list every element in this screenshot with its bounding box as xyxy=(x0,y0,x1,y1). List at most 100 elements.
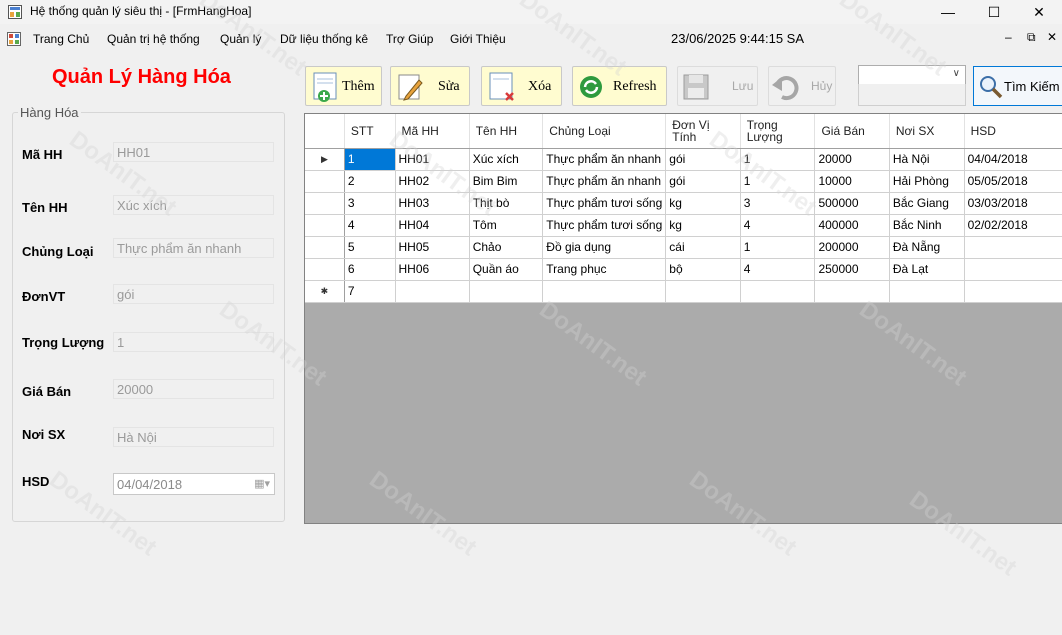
refresh-button[interactable]: Refresh xyxy=(572,66,667,106)
column-header-hsd[interactable]: HSD xyxy=(964,114,1062,149)
grid-cell-hsd[interactable]: 02/02/2018 xyxy=(964,214,1062,237)
new-row[interactable]: ✱ 7 xyxy=(305,280,1062,303)
row-header[interactable] xyxy=(305,192,345,215)
grid-cell-chung-loai[interactable]: Trang phục xyxy=(542,258,667,281)
row-header[interactable] xyxy=(305,236,345,259)
grid-cell-chung-loai[interactable]: Thực phẩm tươi sống xyxy=(542,214,667,237)
grid-cell-chung-loai[interactable]: Đồ gia dụng xyxy=(542,236,667,259)
grid-cell-ma-hh[interactable]: HH05 xyxy=(395,236,470,259)
grid-cell-ten-hh[interactable]: Xúc xích xyxy=(469,148,544,171)
grid-cell-don-vi-tinh[interactable]: kg xyxy=(665,192,741,215)
edit-button[interactable]: Sửa xyxy=(390,66,470,106)
column-header-stt[interactable]: STT xyxy=(344,114,396,149)
grid-cell-stt[interactable]: 5 xyxy=(344,236,396,259)
grid-cell-empty[interactable] xyxy=(665,280,741,303)
minimize-button[interactable]: — xyxy=(925,0,971,24)
menu-gioi-thieu[interactable]: Giới Thiệu xyxy=(450,32,506,46)
grid-cell-chung-loai[interactable]: Thực phẩm tươi sống xyxy=(542,192,667,215)
grid-cell-empty[interactable] xyxy=(395,280,470,303)
grid-cell-noi-sx[interactable]: Đà Nẵng xyxy=(889,236,965,259)
grid-cell-gia-ban[interactable]: 500000 xyxy=(814,192,890,215)
row-header[interactable] xyxy=(305,214,345,237)
column-header-noi-sx[interactable]: Nơi SX xyxy=(889,114,965,149)
grid-cell-stt[interactable]: 1 xyxy=(344,148,396,171)
delete-button[interactable]: Xóa xyxy=(481,66,562,106)
grid-cell-trong-luong[interactable]: 4 xyxy=(740,258,816,281)
trong-luong-input[interactable] xyxy=(113,332,274,352)
grid-cell-trong-luong[interactable]: 3 xyxy=(740,192,816,215)
grid-cell-trong-luong[interactable]: 1 xyxy=(740,148,816,171)
grid-cell-ma-hh[interactable]: HH01 xyxy=(395,148,470,171)
table-row[interactable]: 3 HH03 Thịt bò Thực phẩm tươi sống kg 3 … xyxy=(305,192,1062,215)
table-row[interactable]: 4 HH04 Tôm Thực phẩm tươi sống kg 4 4000… xyxy=(305,214,1062,237)
grid-cell-empty[interactable] xyxy=(542,280,667,303)
grid-cell-empty[interactable] xyxy=(889,280,965,303)
grid-cell-ten-hh[interactable]: Chảo xyxy=(469,236,544,259)
grid-cell-gia-ban[interactable]: 10000 xyxy=(814,170,890,193)
grid-cell-trong-luong[interactable]: 1 xyxy=(740,236,816,259)
noi-sx-input[interactable] xyxy=(113,427,274,447)
don-vt-input[interactable] xyxy=(113,284,274,304)
grid-cell-gia-ban[interactable]: 250000 xyxy=(814,258,890,281)
grid-cell-don-vi-tinh[interactable]: gói xyxy=(665,170,741,193)
column-header-ten-hh[interactable]: Tên HH xyxy=(469,114,544,149)
grid-cell-trong-luong[interactable]: 1 xyxy=(740,170,816,193)
grid-cell-noi-sx[interactable]: Bắc Ninh xyxy=(889,214,965,237)
table-row[interactable]: 5 HH05 Chảo Đồ gia dụng cái 1 200000 Đà … xyxy=(305,236,1062,259)
maximize-button[interactable]: ☐ xyxy=(971,0,1017,24)
grid-cell-ma-hh[interactable]: HH04 xyxy=(395,214,470,237)
mdi-close-button[interactable]: ✕ xyxy=(1047,30,1057,44)
grid-cell-noi-sx[interactable]: Đà Lạt xyxy=(889,258,965,281)
product-data-grid[interactable]: STT Mã HH Tên HH Chủng Loại Đơn Vị Tính … xyxy=(304,113,1062,524)
column-header-don-vi-tinh[interactable]: Đơn Vị Tính xyxy=(665,114,741,149)
menu-trang-chu[interactable]: Trang Chủ xyxy=(33,32,89,46)
grid-cell-hsd[interactable] xyxy=(964,236,1062,259)
menu-quan-ly[interactable]: Quản lý xyxy=(220,32,261,46)
menu-quan-tri-he-thong[interactable]: Quản trị hệ thống xyxy=(107,32,200,46)
calendar-dropdown-icon[interactable]: ▦▾ xyxy=(254,477,270,490)
cancel-button[interactable]: Hủy xyxy=(768,66,836,106)
grid-cell-noi-sx[interactable]: Hải Phòng xyxy=(889,170,965,193)
grid-cell-stt[interactable]: 6 xyxy=(344,258,396,281)
grid-cell-empty[interactable] xyxy=(964,280,1062,303)
grid-cell-stt[interactable]: 7 xyxy=(344,280,396,303)
grid-cell-noi-sx[interactable]: Hà Nội xyxy=(889,148,965,171)
grid-cell-hsd[interactable]: 04/04/2018 xyxy=(964,148,1062,171)
grid-cell-ma-hh[interactable]: HH06 xyxy=(395,258,470,281)
grid-cell-hsd[interactable]: 03/03/2018 xyxy=(964,192,1062,215)
grid-cell-empty[interactable] xyxy=(469,280,544,303)
grid-cell-ma-hh[interactable]: HH02 xyxy=(395,170,470,193)
grid-cell-don-vi-tinh[interactable]: cái xyxy=(665,236,741,259)
grid-cell-ten-hh[interactable]: Quần áo xyxy=(469,258,544,281)
grid-cell-chung-loai[interactable]: Thực phẩm ăn nhanh xyxy=(542,148,667,171)
table-row[interactable]: 6 HH06 Quần áo Trang phục bộ 4 250000 Đà… xyxy=(305,258,1062,281)
row-header[interactable] xyxy=(305,170,345,193)
grid-cell-gia-ban[interactable]: 400000 xyxy=(814,214,890,237)
mdi-restore-button[interactable]: ⧉ xyxy=(1027,30,1036,45)
column-header-chung-loai[interactable]: Chủng Loại xyxy=(542,114,667,149)
row-header-current[interactable]: ▶ xyxy=(305,148,345,171)
grid-cell-gia-ban[interactable]: 200000 xyxy=(814,236,890,259)
chevron-down-icon[interactable]: ∨ xyxy=(953,68,960,79)
column-header-ma-hh[interactable]: Mã HH xyxy=(395,114,470,149)
grid-cell-don-vi-tinh[interactable]: bộ xyxy=(665,258,741,281)
grid-cell-chung-loai[interactable]: Thực phẩm ăn nhanh xyxy=(542,170,667,193)
grid-cell-ten-hh[interactable]: Bim Bim xyxy=(469,170,544,193)
ten-hh-input[interactable] xyxy=(113,195,274,215)
grid-cell-ma-hh[interactable]: HH03 xyxy=(395,192,470,215)
table-row[interactable]: 2 HH02 Bim Bim Thực phẩm ăn nhanh gói 1 … xyxy=(305,170,1062,193)
save-button[interactable]: Lưu xyxy=(677,66,758,106)
grid-cell-stt[interactable]: 2 xyxy=(344,170,396,193)
grid-cell-gia-ban[interactable]: 20000 xyxy=(814,148,890,171)
column-header-gia-ban[interactable]: Giá Bán xyxy=(814,114,890,149)
grid-cell-hsd[interactable] xyxy=(964,258,1062,281)
grid-cell-ten-hh[interactable]: Tôm xyxy=(469,214,544,237)
grid-cell-ten-hh[interactable]: Thịt bò xyxy=(469,192,544,215)
menu-du-lieu-thong-ke[interactable]: Dữ liệu thống kê xyxy=(280,32,368,46)
grid-cell-stt[interactable]: 3 xyxy=(344,192,396,215)
new-row-header-asterisk-icon[interactable]: ✱ xyxy=(305,280,345,303)
search-field-combobox[interactable]: ∨ xyxy=(858,65,966,85)
table-row[interactable]: ▶ 1 HH01 Xúc xích Thực phẩm ăn nhanh gói… xyxy=(305,148,1062,171)
ma-hh-input[interactable] xyxy=(113,142,274,162)
grid-cell-empty[interactable] xyxy=(740,280,816,303)
